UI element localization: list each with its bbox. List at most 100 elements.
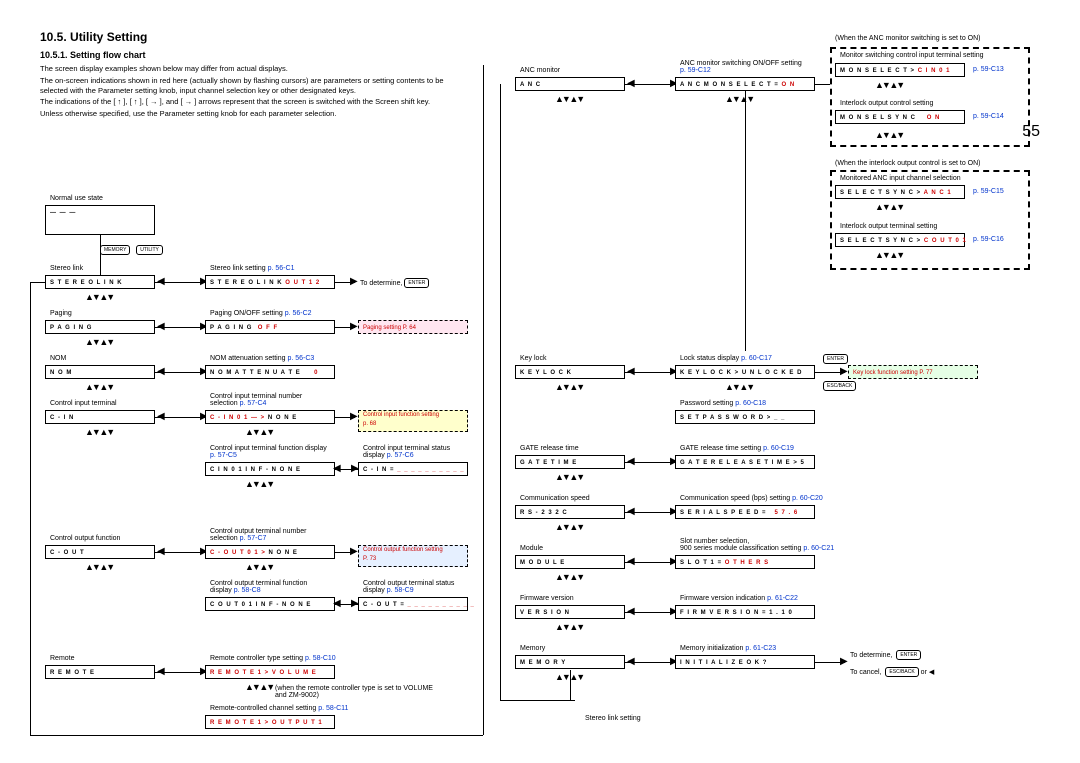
normal-use-box: — — — (45, 205, 155, 235)
remote-ch-label: Remote-controlled channel setting p. 58-… (210, 705, 348, 712)
arrow-left-icon: ◀ (157, 411, 165, 422)
rs-box: R S - 2 3 2 C (515, 505, 625, 519)
arrow-right-icon: ▶ (350, 321, 358, 332)
out-term-box: S E L E C T S Y N C > C O U T 0 1 (835, 233, 965, 247)
interlock-ref: p. 59-C14 (973, 113, 1004, 120)
remote-note: (when the remote controller type is set … (275, 685, 445, 699)
arrow-right-icon: ▶ (350, 411, 358, 422)
speed-box: S E R I A L S P E E D = 5 7 . 6 (675, 505, 815, 519)
arrow-right-icon: ▶ (351, 598, 359, 609)
updown-icon: ▲▼ ▲▼ (245, 479, 273, 489)
cin-stat-box: C - I N = _ _ _ _ _ _ _ _ _ _ (358, 462, 468, 476)
nom-label: NOM (50, 355, 66, 362)
stereo-set-label: Stereo link setting p. 56-C1 (210, 265, 294, 272)
module-label: Module (520, 545, 543, 552)
remote-box: R E M O T E (45, 665, 155, 679)
para: The screen display examples shown below … (40, 64, 470, 74)
arrow-left-icon: ◀ (627, 78, 635, 89)
updown-icon: ▲▼ ▲▼ (875, 130, 903, 140)
lock-stat-label: Lock status display p. 60-C17 (680, 355, 772, 362)
remote-label: Remote (50, 655, 75, 662)
updown-icon: ▲▼ ▲▼ (85, 427, 113, 437)
firm-label: Firmware version indication p. 61-C22 (680, 595, 798, 602)
updown-icon: ▲▼ ▲▼ (725, 94, 753, 104)
cout-stat-label: Control output terminal status display p… (363, 580, 473, 594)
cout-func-set-box: Control output function settingP. 73 (358, 545, 468, 567)
remote-type-label: Remote controller type setting p. 58-C10 (210, 655, 336, 662)
updown-icon: ▲▼ ▲▼ (555, 94, 583, 104)
anc-ch-box: S E L E C T S Y N C > A N C 1 (835, 185, 965, 199)
normal-use-label: Normal use state (50, 195, 103, 202)
remote-ch-box: R E M O T E 1 > O U T P U T 1 (205, 715, 335, 729)
updown-icon: ▲▼ ▲▼ (85, 562, 113, 572)
arrow-left-icon: ◀ (627, 656, 635, 667)
to-determine2: To determine, ENTER (850, 650, 921, 660)
pass-box: S E T P A S S W O R D > _ _ (675, 410, 815, 424)
arrow-left-icon: ◀ (157, 366, 165, 377)
to-determine: To determine, ENTER (360, 278, 429, 288)
para: The on-screen indications shown in red h… (40, 76, 470, 96)
anc-label: ANC monitor (520, 67, 560, 74)
nom-att-box: N O M A T T E N U A T E 0 (205, 365, 335, 379)
flowchart: Normal use state — — — MEMORY UTILITY St… (45, 195, 1045, 735)
slot-box: S L O T 1 = O T H E R S (675, 555, 815, 569)
mem-box: I N I T I A L I Z E O K ? (675, 655, 815, 669)
stereo-box: S T E R E O L I N K (45, 275, 155, 289)
updown-icon: ▲▼ ▲▼ (85, 382, 113, 392)
module-box: M O D U L E (515, 555, 625, 569)
out-term-label: Interlock output terminal setting (840, 223, 937, 230)
esc-btn: ESC/BACK (823, 381, 856, 391)
arrow-right-icon: ▶ (351, 463, 359, 474)
mem-label: Memory initialization p. 61-C23 (680, 645, 776, 652)
slot-label: Slot number selection,900 series module … (680, 538, 850, 552)
updown-icon: ▲▼ ▲▼ (555, 522, 583, 532)
paging-on-box: P A G I N G O F F (205, 320, 335, 334)
paging-box: P A G I N G (45, 320, 155, 334)
stereo-label: Stereo link (50, 265, 83, 272)
arrow-right-icon: ▶ (840, 366, 848, 377)
cin-box: C - I N (45, 410, 155, 424)
paging-setting-box: Paging setting P. 64 (358, 320, 468, 334)
paging-label: Paging (50, 310, 72, 317)
paging-on-label: Paging ON/OFF setting p. 56-C2 (210, 310, 312, 317)
cout-func-label: Control output terminal function display… (210, 580, 330, 594)
interlock-label: Interlock output control setting (840, 100, 933, 107)
keylock-fn-box: Key lock function setting P. 77 (848, 365, 978, 379)
lock-stat-box: K E Y L O C K > U N L O C K E D (675, 365, 815, 379)
cin-func-disp-box: C I N 0 1 I N F - N O N E (205, 462, 335, 476)
version-label: Firmware version (520, 595, 574, 602)
arrow-left-icon: ◀ (157, 321, 165, 332)
stereo-link-bottom: Stereo link setting (585, 715, 641, 722)
updown-icon: ▲▼ ▲▼ (875, 202, 903, 212)
memory-box: M E M O R Y (515, 655, 625, 669)
para: Unless otherwise specified, use the Para… (40, 109, 470, 119)
arrow-right-icon: ▶ (350, 276, 358, 287)
mon-sw-box: M O N S E L E C T > C I N 0 1 (835, 63, 965, 77)
updown-icon: ▲▼ ▲▼ (245, 427, 273, 437)
arrow-left-icon: ◀ (627, 366, 635, 377)
page-number: 55 (1022, 123, 1040, 141)
dash-group-1 (830, 47, 1030, 147)
nom-box: N O M (45, 365, 155, 379)
pass-label: Password setting p. 60-C18 (680, 400, 766, 407)
arrow-right-icon: ▶ (840, 656, 848, 667)
arrow-left-icon: ◀ (157, 666, 165, 677)
cout-stat-box: C - O U T = _ _ _ _ _ _ _ _ _ _ (358, 597, 468, 611)
updown-icon: ▲▼ ▲▼ (555, 622, 583, 632)
mon-sw-ref: p. 59-C13 (973, 66, 1004, 73)
updown-icon: ▲▼ ▲▼ (85, 292, 113, 302)
cout-num-label: Control output terminal number selection… (210, 528, 330, 542)
anc-sw-box: A N C M O N S E L E C T = O N (675, 77, 815, 91)
btns: MEMORY UTILITY (100, 245, 163, 255)
arrow-left-icon: ◀ (333, 598, 341, 609)
keylock-label: Key lock (520, 355, 546, 362)
body-text: The screen display examples shown below … (40, 64, 470, 119)
nom-att-label: NOM attenuation setting p. 56-C3 (210, 355, 314, 362)
arrow-right-icon: ▶ (350, 546, 358, 557)
cout-num-box: C - O U T 0 1 > N O N E (205, 545, 335, 559)
updown-icon: ▲▼ ▲▼ (725, 382, 753, 392)
interlock-on-note: (When the interlock output control is se… (835, 160, 981, 167)
anc-sw-label: ANC monitor switching ON/OFF settingp. 5… (680, 60, 830, 74)
memory-label: Memory (520, 645, 545, 652)
cin-num-box: C - I N 0 1 — > N O N E (205, 410, 335, 424)
